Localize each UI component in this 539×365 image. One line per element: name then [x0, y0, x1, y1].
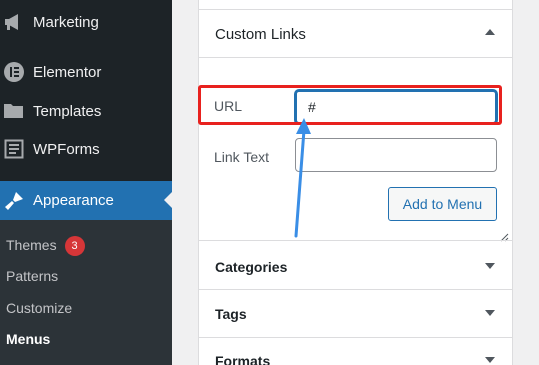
- submenu-item-label: Themes: [6, 237, 57, 253]
- paintbrush-icon: [3, 190, 25, 212]
- resize-handle-icon[interactable]: [500, 229, 509, 242]
- sidebar-item-label: Elementor: [33, 63, 102, 81]
- sidebar-item-wpforms[interactable]: WPForms: [0, 131, 172, 167]
- admin-sidebar: Marketing Elementor Templates WPForms Ap…: [0, 0, 172, 365]
- appearance-submenu: Themes 3 Patterns Customize Menus: [0, 220, 172, 365]
- sidebar-item-label: WPForms: [33, 140, 100, 158]
- folder-icon: [3, 100, 25, 122]
- update-count-badge: 3: [64, 236, 85, 256]
- formats-header[interactable]: Formats: [199, 337, 512, 365]
- wpforms-icon: [3, 138, 25, 160]
- tags-header[interactable]: Tags: [199, 289, 512, 337]
- sidebar-item-label: Appearance: [33, 192, 114, 209]
- url-input[interactable]: [295, 90, 497, 124]
- custom-links-header[interactable]: Custom Links: [199, 9, 512, 57]
- sidebar-item-templates[interactable]: Templates: [0, 93, 172, 129]
- elementor-icon: [3, 61, 25, 83]
- add-to-menu-button[interactable]: Add to Menu: [388, 187, 497, 221]
- submenu-item-themes[interactable]: Themes 3: [6, 236, 85, 256]
- section-title: Formats: [215, 353, 271, 365]
- section-title: Categories: [215, 259, 288, 275]
- megaphone-icon: [3, 11, 25, 33]
- sidebar-item-label: Marketing: [33, 13, 99, 31]
- expand-arrow-icon[interactable]: [485, 310, 495, 316]
- expand-arrow-icon[interactable]: [485, 357, 495, 363]
- section-title: Custom Links: [215, 26, 306, 43]
- section-title: Tags: [215, 306, 247, 322]
- sidebar-item-label: Templates: [33, 102, 102, 120]
- categories-header[interactable]: Categories: [199, 240, 512, 289]
- link-text-input[interactable]: [295, 138, 497, 172]
- expand-arrow-icon[interactable]: [485, 263, 495, 269]
- submenu-item-menus[interactable]: Menus: [6, 331, 50, 347]
- sidebar-item-marketing[interactable]: Marketing: [0, 4, 172, 40]
- custom-links-body: URL Link Text Add to Menu: [199, 57, 512, 242]
- sidebar-item-appearance[interactable]: Appearance: [0, 181, 172, 220]
- link-text-label: Link Text: [214, 149, 269, 165]
- submenu-item-patterns[interactable]: Patterns: [6, 268, 58, 284]
- url-label: URL: [214, 98, 243, 114]
- collapse-arrow-icon[interactable]: [485, 29, 495, 35]
- sidebar-item-elementor[interactable]: Elementor: [0, 54, 172, 90]
- submenu-item-customize[interactable]: Customize: [6, 300, 72, 316]
- add-menu-items-panel: Custom Links URL Link Text Add to Menu C…: [198, 0, 513, 365]
